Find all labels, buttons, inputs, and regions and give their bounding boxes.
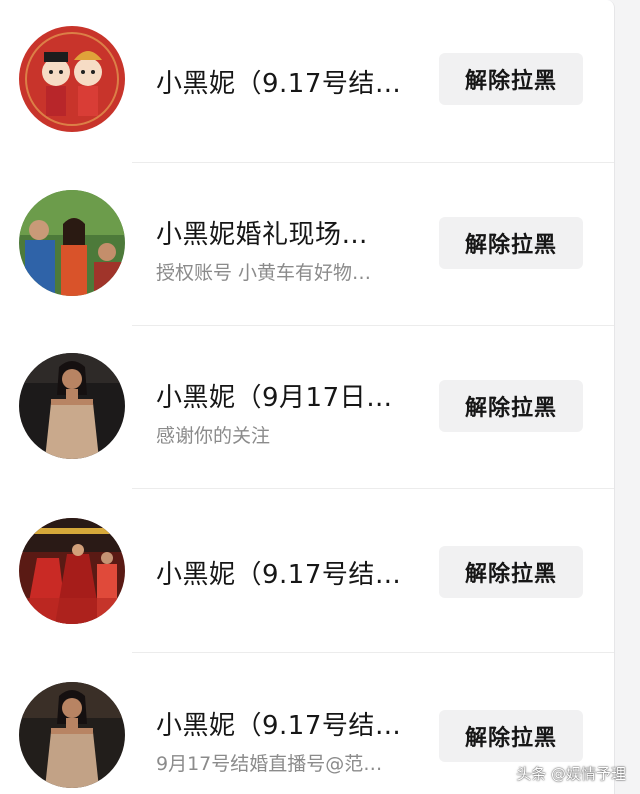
list-item[interactable]: 小黑妮（9月17日… 感谢你的关注 解除拉黑 [0, 326, 614, 489]
avatar[interactable] [19, 353, 125, 459]
account-name: 小黑妮婚礼现场… [156, 220, 369, 250]
unblock-button[interactable]: 解除拉黑 [439, 546, 583, 598]
account-subtitle: 授权账号 小黄车有好物… [156, 262, 372, 284]
list-item[interactable]: 小黑妮婚礼现场… 授权账号 小黄车有好物… 解除拉黑 [0, 163, 614, 326]
block-list-panel: 小黑妮（9.17号结… 解除拉黑 小黑妮婚礼现场… 授权账号 小黄车有好物… 解… [0, 0, 615, 794]
account-name: 小黑妮（9.17号结… [156, 560, 402, 590]
avatar[interactable] [19, 682, 125, 788]
avatar-portrait-photo [19, 353, 125, 459]
account-subtitle: 9月17号结婚直播号@范… [156, 753, 383, 775]
avatar-wedding-venue-photo [19, 518, 125, 624]
avatar-group-photo [19, 190, 125, 296]
unblock-button[interactable]: 解除拉黑 [439, 53, 583, 105]
avatar[interactable] [19, 518, 125, 624]
unblock-button[interactable]: 解除拉黑 [439, 217, 583, 269]
divider [132, 652, 614, 653]
list-item[interactable]: 小黑妮（9.17号结… 解除拉黑 [0, 490, 614, 653]
account-name: 小黑妮（9.17号结… [156, 69, 402, 99]
avatar-portrait-photo [19, 682, 125, 788]
avatar[interactable] [19, 26, 125, 132]
watermark: 头条 @娱情予理 [516, 765, 626, 783]
account-name: 小黑妮（9月17日… [156, 383, 393, 413]
avatar[interactable] [19, 190, 125, 296]
avatar-wedding-cartoon [19, 26, 125, 132]
account-subtitle: 感谢你的关注 [156, 425, 271, 447]
divider [132, 488, 614, 489]
account-name: 小黑妮（9.17号结… [156, 711, 402, 741]
unblock-button[interactable]: 解除拉黑 [439, 380, 583, 432]
list-item[interactable]: 小黑妮（9.17号结… 解除拉黑 [0, 0, 614, 163]
unblock-button[interactable]: 解除拉黑 [439, 710, 583, 762]
